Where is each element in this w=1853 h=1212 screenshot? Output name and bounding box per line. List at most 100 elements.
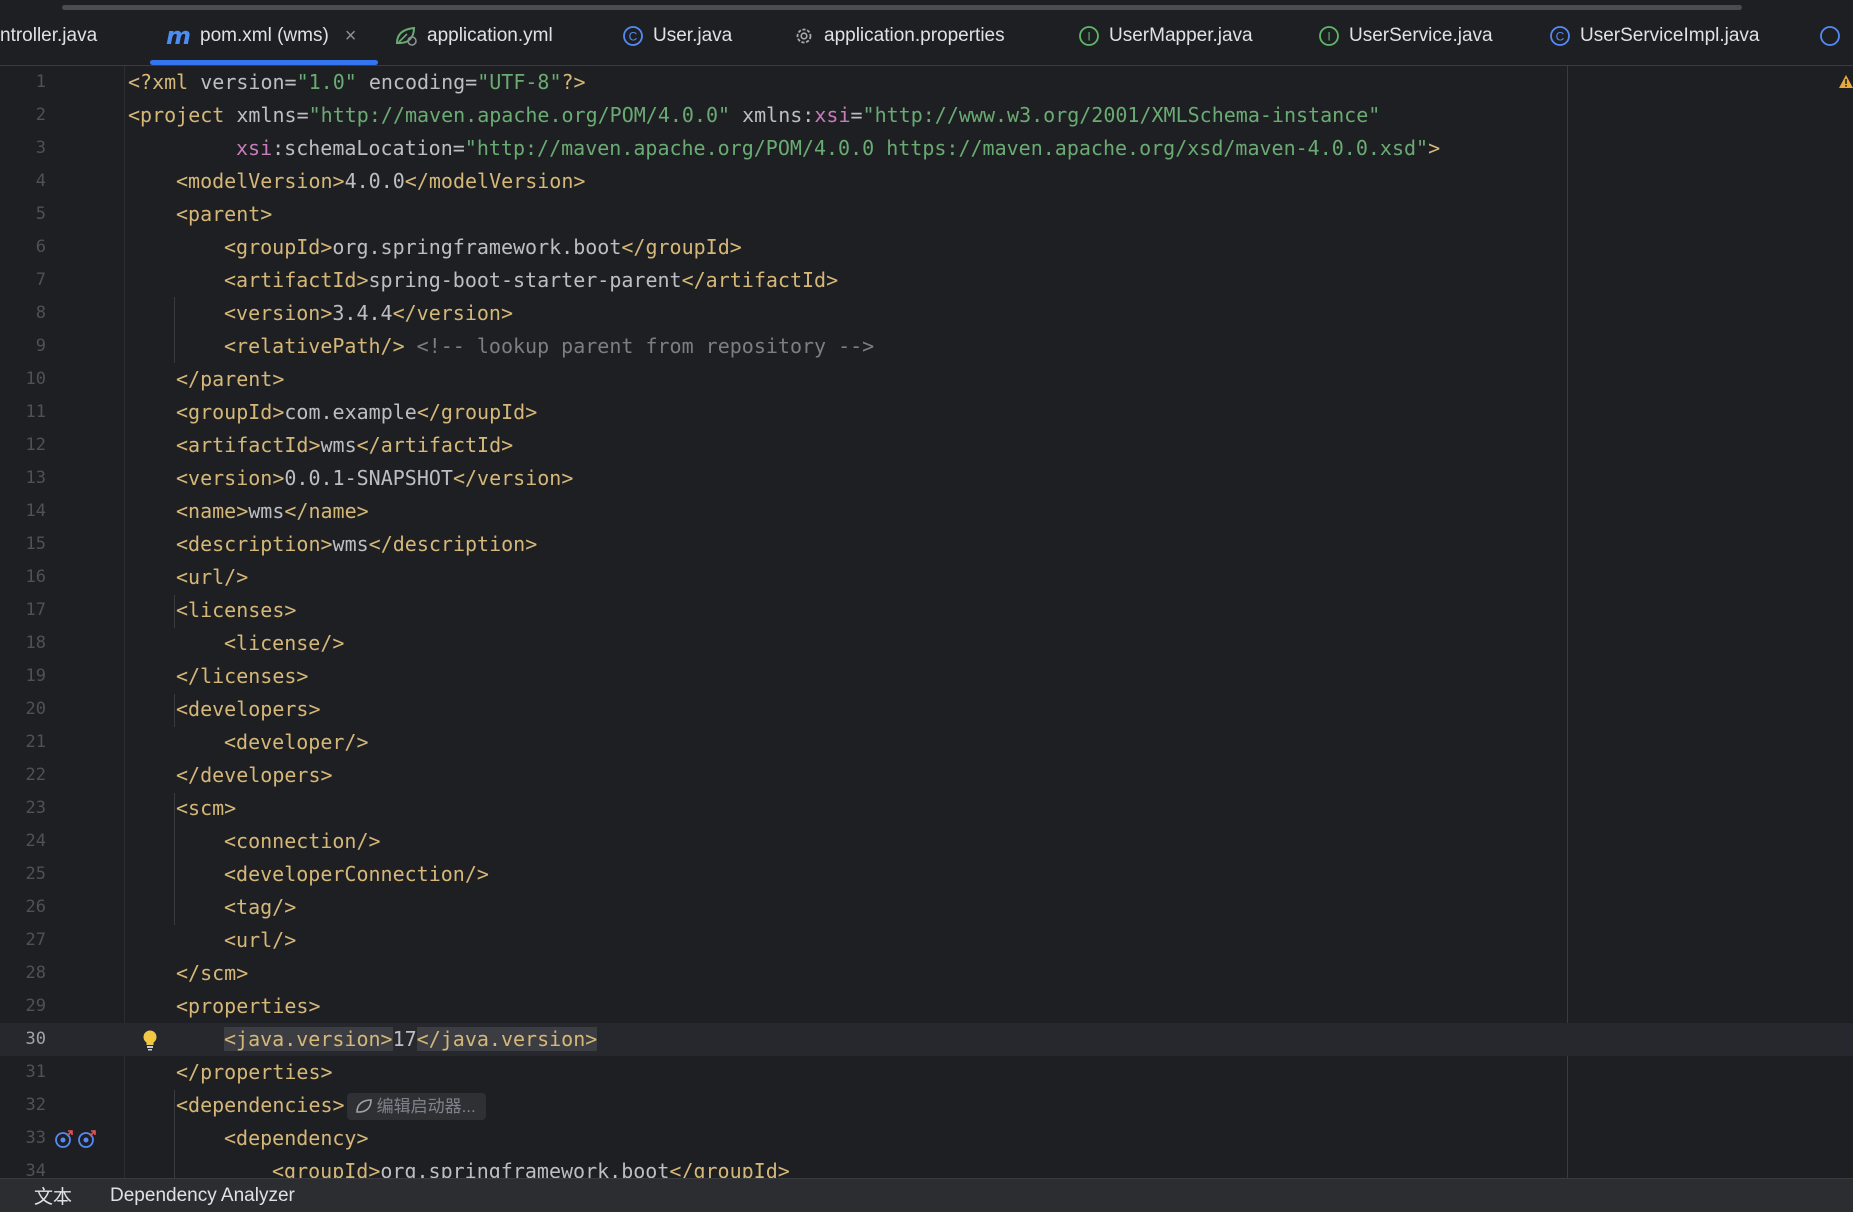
- tab-usermapper-java[interactable]: I UserMapper.java: [1078, 12, 1253, 60]
- edit-starters-hint[interactable]: 编辑启动器...: [346, 1093, 486, 1120]
- code-text[interactable]: <developerConnection/>: [224, 858, 489, 891]
- code-line: 14 <name>wms</name>: [0, 495, 1853, 528]
- code-text[interactable]: <url/>: [224, 924, 296, 957]
- code-text[interactable]: <dependencies> 编辑启动器...: [176, 1089, 486, 1122]
- code-line: 23 <scm>: [0, 792, 1853, 825]
- tab-userservice-java[interactable]: I UserService.java: [1318, 12, 1493, 60]
- code-text[interactable]: <artifactId>wms</artifactId>: [176, 429, 513, 462]
- tab-application-properties[interactable]: application.properties: [793, 12, 1005, 60]
- code-text[interactable]: </parent>: [176, 363, 284, 396]
- interface-icon: I: [1078, 25, 1100, 47]
- hint-label: 编辑启动器...: [376, 1097, 476, 1116]
- close-icon[interactable]: ×: [345, 25, 357, 48]
- code-line: 21 <developer/>: [0, 726, 1853, 759]
- class-icon-letter: C: [1556, 30, 1565, 44]
- lightbulb-icon[interactable]: [141, 1029, 159, 1056]
- code-line: 25 <developerConnection/>: [0, 858, 1853, 891]
- bottom-tab-text[interactable]: 文本: [34, 1182, 72, 1209]
- code-line: 10 </parent>: [0, 363, 1853, 396]
- code-text[interactable]: <developer/>: [224, 726, 369, 759]
- code-text[interactable]: <?xml version="1.0" encoding="UTF-8"?>: [128, 66, 586, 99]
- code-text[interactable]: <name>wms</name>: [176, 495, 369, 528]
- line-number: 12: [25, 435, 46, 455]
- code-text[interactable]: <connection/>: [224, 825, 381, 858]
- line-number: 9: [35, 336, 46, 356]
- code-text[interactable]: <properties>: [176, 990, 321, 1023]
- tab-label: ntroller.java: [0, 25, 98, 46]
- code-text[interactable]: <scm>: [176, 792, 236, 825]
- code-text[interactable]: </developers>: [176, 759, 333, 792]
- code-line: 3 xsi:schemaLocation="http://maven.apach…: [0, 132, 1853, 165]
- code-line: 16 <url/>: [0, 561, 1853, 594]
- code-text[interactable]: xsi:schemaLocation="http://maven.apache.…: [236, 132, 1440, 165]
- code-text[interactable]: <license/>: [224, 627, 344, 660]
- spring-leaf-icon: [355, 1099, 372, 1113]
- code-text[interactable]: <description>wms</description>: [176, 528, 537, 561]
- tab-controller-java[interactable]: ntroller.java: [0, 12, 97, 60]
- code-text[interactable]: </scm>: [176, 957, 248, 990]
- code-line: 8 <version>3.4.4</version>: [0, 297, 1853, 330]
- line-number: 34: [25, 1161, 46, 1178]
- tab-user-java[interactable]: C User.java: [622, 12, 732, 60]
- line-number: 7: [35, 270, 46, 290]
- tab-application-yml[interactable]: application.yml: [394, 12, 553, 60]
- code-line: 7 <artifactId>spring-boot-starter-parent…: [0, 264, 1853, 297]
- code-line-current: 30 <java.version>17</java.version>: [0, 1023, 1853, 1056]
- dependency-target-icon[interactable]: [77, 1129, 97, 1154]
- code-text[interactable]: <licenses>: [176, 594, 296, 627]
- line-number: 2: [35, 105, 46, 125]
- code-text[interactable]: <dependency>: [224, 1122, 369, 1155]
- tab-userserviceimpl-java[interactable]: C UserServiceImpl.java: [1549, 12, 1760, 60]
- tab-bar-scrollbar[interactable]: [62, 5, 1742, 10]
- dependency-target-icon[interactable]: [54, 1129, 74, 1154]
- code-line: 28 </scm>: [0, 957, 1853, 990]
- code-line: 33 <dependency>: [0, 1122, 1853, 1155]
- code-line: 19 </licenses>: [0, 660, 1853, 693]
- line-number: 13: [25, 468, 46, 488]
- code-line: 12 <artifactId>wms</artifactId>: [0, 429, 1853, 462]
- tab-label: application.yml: [427, 25, 553, 46]
- code-text[interactable]: <url/>: [176, 561, 248, 594]
- code-text[interactable]: <version>3.4.4</version>: [224, 297, 513, 330]
- line-number: 6: [35, 237, 46, 257]
- code-line: 4 <modelVersion>4.0.0</modelVersion>: [0, 165, 1853, 198]
- code-line: 2 <project xmlns="http://maven.apache.or…: [0, 99, 1853, 132]
- editor-tab-bar: ntroller.java m pom.xml (wms) × applicat…: [0, 0, 1853, 66]
- code-text[interactable]: <artifactId>spring-boot-starter-parent</…: [224, 264, 838, 297]
- code-line: 24 <connection/>: [0, 825, 1853, 858]
- line-number: 25: [25, 864, 46, 884]
- code-text[interactable]: <developers>: [176, 693, 321, 726]
- code-text[interactable]: <version>0.0.1-SNAPSHOT</version>: [176, 462, 573, 495]
- code-text[interactable]: <groupId>org.springframework.boot</group…: [224, 231, 742, 264]
- code-text[interactable]: <relativePath/> <!-- lookup parent from …: [224, 330, 874, 363]
- code-text[interactable]: <tag/>: [224, 891, 296, 924]
- line-number: 21: [25, 732, 46, 752]
- bottom-tab-dependency-analyzer[interactable]: Dependency Analyzer: [110, 1185, 295, 1207]
- code-editor[interactable]: 1 <?xml version="1.0" encoding="UTF-8"?>…: [0, 66, 1853, 1178]
- class-icon: [1819, 25, 1841, 47]
- code-line: 1 <?xml version="1.0" encoding="UTF-8"?>: [0, 66, 1853, 99]
- code-text[interactable]: <project xmlns="http://maven.apache.org/…: [128, 99, 1380, 132]
- code-line: 13 <version>0.0.1-SNAPSHOT</version>: [0, 462, 1853, 495]
- tab-overflow-partial[interactable]: [1819, 12, 1850, 60]
- line-number: 28: [25, 963, 46, 983]
- code-text[interactable]: <parent>: [176, 198, 272, 231]
- code-text[interactable]: <java.version>17</java.version>: [224, 1023, 598, 1056]
- tab-pom-xml[interactable]: m pom.xml (wms) ×: [166, 12, 356, 60]
- interface-icon-letter: I: [1087, 30, 1090, 44]
- code-text[interactable]: <groupId>org.springframework.boot</group…: [272, 1155, 790, 1178]
- class-icon: C: [622, 25, 644, 47]
- line-number: 24: [25, 831, 46, 851]
- interface-icon-letter: I: [1327, 30, 1330, 44]
- code-text[interactable]: </properties>: [176, 1056, 333, 1089]
- code-text[interactable]: <groupId>com.example</groupId>: [176, 396, 537, 429]
- code-text[interactable]: <modelVersion>4.0.0</modelVersion>: [176, 165, 585, 198]
- line-number: 8: [35, 303, 46, 323]
- line-number: 23: [25, 798, 46, 818]
- maven-icon: m: [166, 22, 192, 50]
- tab-label: User.java: [653, 25, 733, 46]
- code-text[interactable]: </licenses>: [176, 660, 308, 693]
- line-number: 29: [25, 996, 46, 1016]
- line-number: 15: [25, 534, 46, 554]
- line-number: 14: [25, 501, 46, 521]
